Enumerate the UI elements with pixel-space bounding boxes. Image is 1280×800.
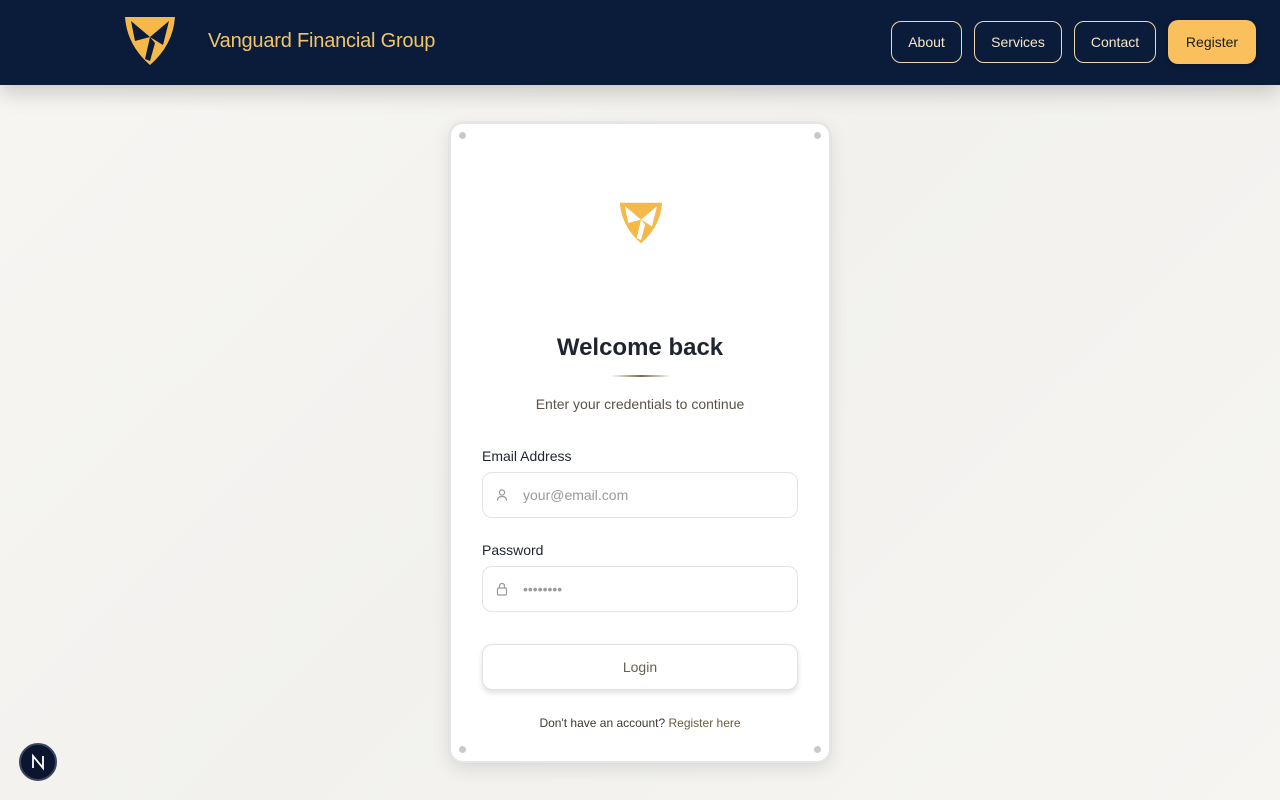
register-link[interactable]: Register here — [669, 716, 741, 730]
corner-dot — [459, 746, 466, 753]
corner-dot — [814, 132, 821, 139]
register-prompt: Don't have an account? Register here — [451, 716, 829, 730]
login-card: Welcome back Enter your credentials to c… — [449, 122, 831, 763]
user-icon — [496, 489, 508, 501]
nav-services-button[interactable]: Services — [974, 21, 1062, 63]
password-field[interactable] — [482, 566, 798, 612]
nextjs-logo-icon — [32, 753, 44, 771]
password-label: Password — [482, 542, 544, 558]
title-divider — [611, 375, 671, 377]
nextjs-icon[interactable] — [19, 743, 57, 781]
nav-about-button[interactable]: About — [891, 21, 962, 63]
corner-dot — [459, 132, 466, 139]
brand-logo-icon[interactable] — [123, 15, 177, 67]
email-field[interactable] — [482, 472, 798, 518]
corner-dot — [814, 746, 821, 753]
nav-contact-button[interactable]: Contact — [1074, 21, 1156, 63]
login-subtitle: Enter your credentials to continue — [535, 396, 745, 412]
email-label: Email Address — [482, 448, 572, 464]
register-prompt-text: Don't have an account? — [539, 716, 666, 730]
login-button[interactable]: Login — [482, 644, 798, 690]
lock-icon — [496, 582, 508, 596]
password-input[interactable] — [523, 567, 789, 611]
email-input[interactable] — [523, 473, 789, 517]
shield-emblem-icon — [619, 202, 663, 244]
nav-register-button[interactable]: Register — [1168, 20, 1256, 64]
top-navbar: Vanguard Financial Group About Services … — [0, 0, 1280, 85]
brand-name[interactable]: Vanguard Financial Group — [208, 30, 435, 53]
login-title: Welcome back — [556, 334, 724, 361]
